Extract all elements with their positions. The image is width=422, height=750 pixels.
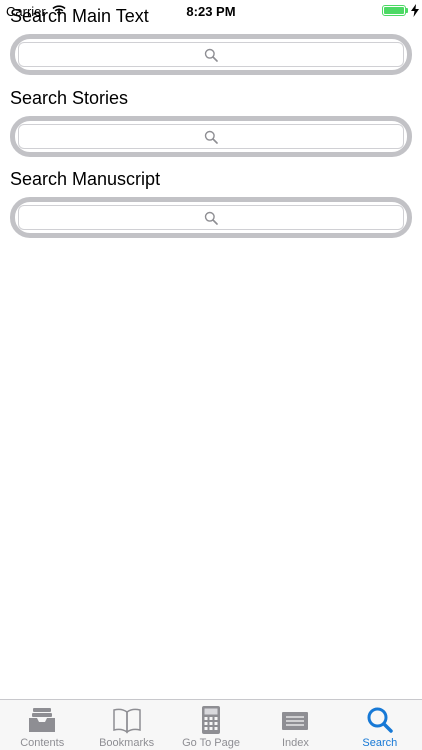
- tab-contents-label: Contents: [20, 737, 65, 749]
- tab-bookmarks-label: Bookmarks: [99, 737, 155, 749]
- charging-bolt-icon: [411, 4, 419, 17]
- tab-search-label: Search: [362, 737, 398, 749]
- search-manuscript-title: Search Manuscript: [10, 169, 161, 189]
- search-icon: [367, 707, 393, 733]
- tab-index[interactable]: Index: [253, 700, 337, 750]
- index-card-icon: [282, 712, 309, 730]
- search-manuscript-section: Search Manuscript: [10, 169, 412, 238]
- search-main-text-field[interactable]: [10, 34, 412, 75]
- tab-search[interactable]: Search: [338, 700, 422, 750]
- search-manuscript-field[interactable]: [10, 197, 412, 238]
- tab-bar: Contents Bookmarks Go To Page Index Sear…: [0, 699, 422, 750]
- inbox-tray-icon: [29, 708, 56, 732]
- tab-go-to-page-label: Go To Page: [182, 737, 240, 749]
- search-main-text-section: Search Main Text: [10, 6, 412, 75]
- magnifier-icon: [204, 48, 218, 62]
- magnifier-icon: [204, 211, 218, 225]
- calculator-icon: [202, 706, 221, 734]
- search-stories-section: Search Stories: [10, 88, 412, 157]
- tab-contents[interactable]: Contents: [0, 700, 84, 750]
- search-stories-field[interactable]: [10, 116, 412, 157]
- open-book-icon: [112, 708, 141, 734]
- tab-go-to-page[interactable]: Go To Page: [169, 700, 253, 750]
- tab-bookmarks[interactable]: Bookmarks: [84, 700, 168, 750]
- tab-index-label: Index: [281, 737, 309, 749]
- search-stories-title: Search Stories: [10, 88, 129, 108]
- magnifier-icon: [204, 130, 218, 144]
- search-main-text-title: Search Main Text: [10, 6, 149, 26]
